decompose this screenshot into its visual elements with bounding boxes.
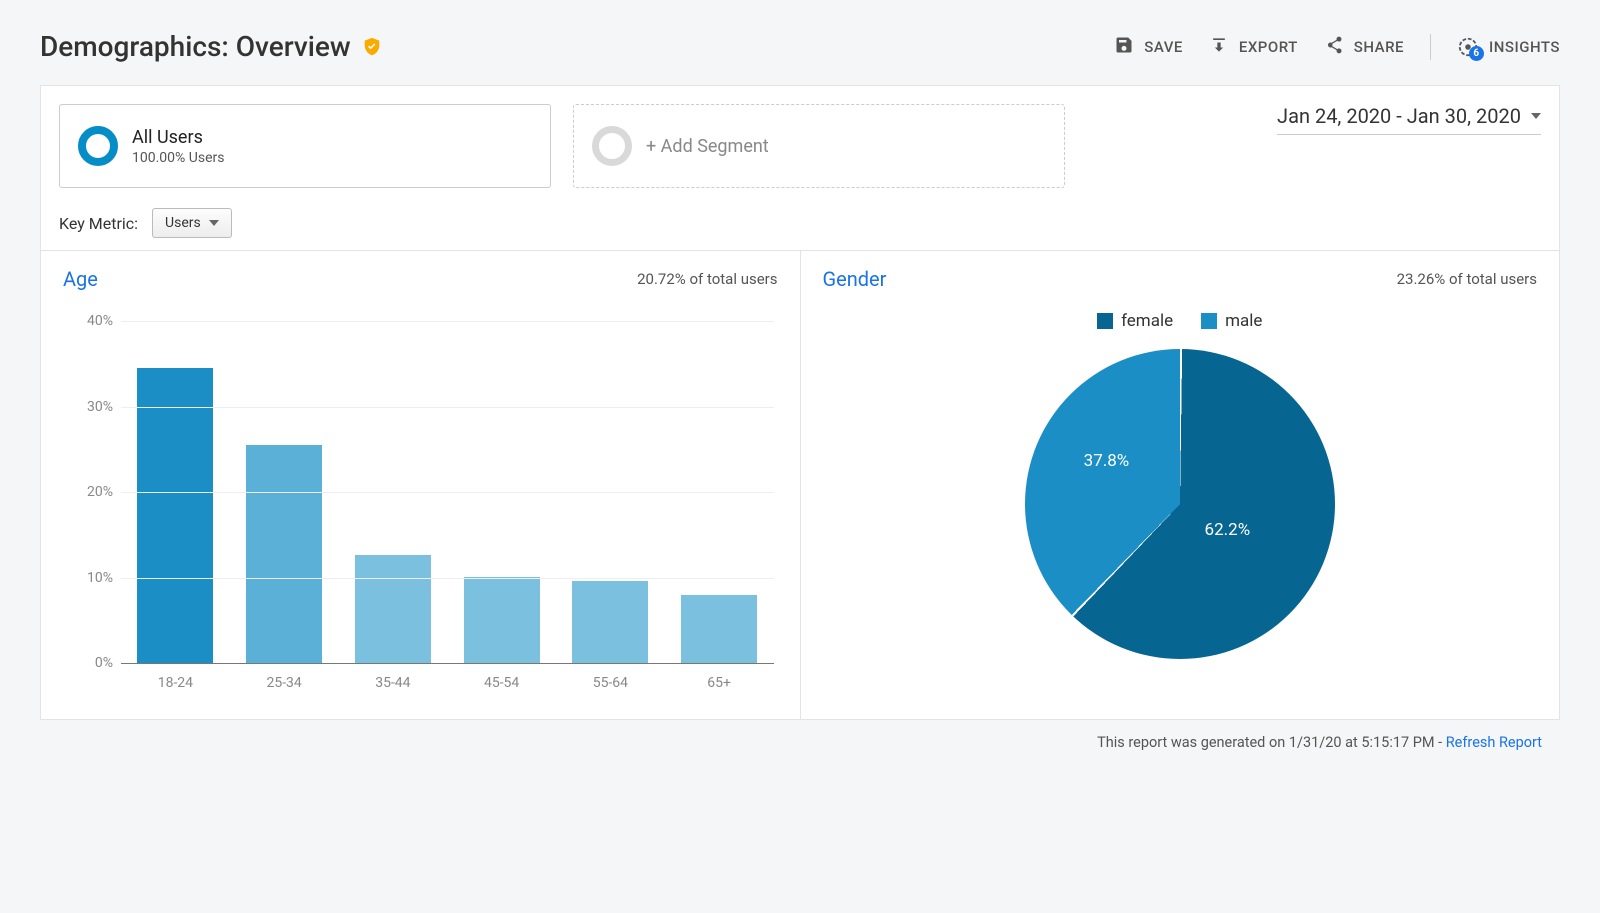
legend-female-label: female <box>1121 311 1173 331</box>
key-metric-value: Users <box>165 215 201 231</box>
insights-icon: 6 <box>1457 36 1479 58</box>
legend-male: male <box>1201 311 1262 331</box>
date-range-picker[interactable]: Jan 24, 2020 - Jan 30, 2020 <box>1277 104 1541 135</box>
y-tick-label: 10% <box>63 570 113 586</box>
save-icon <box>1114 35 1134 59</box>
gender-legend: female male <box>1097 311 1262 331</box>
legend-male-label: male <box>1225 311 1262 331</box>
segment-circle-icon <box>78 126 118 166</box>
gender-subtitle: 23.26% of total users <box>1397 270 1537 288</box>
legend-female: female <box>1097 311 1173 331</box>
chevron-down-icon <box>1531 113 1541 119</box>
gender-title-link[interactable]: Gender <box>823 267 887 291</box>
x-tick-label: 25-34 <box>230 675 339 691</box>
page-title: Demographics: Overview <box>40 30 351 63</box>
y-tick-label: 40% <box>63 313 113 329</box>
age-bar <box>464 577 540 663</box>
segment-sub: 100.00% Users <box>132 150 224 166</box>
share-label: SHARE <box>1354 38 1404 56</box>
add-segment-label: + Add Segment <box>646 136 769 157</box>
chevron-down-icon <box>209 220 219 226</box>
footer-text: This report was generated on 1/31/20 at … <box>1097 734 1446 751</box>
add-segment-button[interactable]: + Add Segment <box>573 104 1065 188</box>
swatch-female <box>1097 313 1113 329</box>
age-bar <box>681 595 757 663</box>
age-title-link[interactable]: Age <box>63 267 98 291</box>
refresh-report-link[interactable]: Refresh Report <box>1446 734 1542 751</box>
x-tick-label: 35-44 <box>339 675 448 691</box>
insights-label: INSIGHTS <box>1489 38 1560 56</box>
x-tick-label: 55-64 <box>556 675 665 691</box>
key-metric-select[interactable]: Users <box>152 208 232 238</box>
age-bar-chart: 18-2425-3435-4445-5455-6465+ 0% 10% 20% 30%… <box>63 311 778 691</box>
swatch-male <box>1201 313 1217 329</box>
y-tick-label: 0% <box>63 655 113 671</box>
report-footer: This report was generated on 1/31/20 at … <box>40 720 1560 751</box>
y-tick-label: 30% <box>63 399 113 415</box>
age-subtitle: 20.72% of total users <box>637 270 777 288</box>
share-icon <box>1324 35 1344 59</box>
age-card: Age 20.72% of total users 18-2425-3435-4… <box>41 251 801 719</box>
segment-circle-placeholder-icon <box>592 126 632 166</box>
age-bar <box>355 555 431 663</box>
x-tick-label: 65+ <box>665 675 774 691</box>
save-button[interactable]: SAVE <box>1114 35 1183 59</box>
age-bar <box>572 581 648 663</box>
insights-badge: 6 <box>1469 46 1484 61</box>
insights-button[interactable]: 6 INSIGHTS <box>1457 36 1560 58</box>
save-label: SAVE <box>1144 38 1183 56</box>
action-divider <box>1430 34 1431 60</box>
y-tick-label: 20% <box>63 484 113 500</box>
x-tick-label: 18-24 <box>121 675 230 691</box>
verified-shield-icon <box>361 36 383 58</box>
export-button[interactable]: EXPORT <box>1209 35 1298 59</box>
x-tick-label: 45-54 <box>447 675 556 691</box>
segment-all-users[interactable]: All Users 100.00% Users <box>59 104 551 188</box>
share-button[interactable]: SHARE <box>1324 35 1404 59</box>
age-bar <box>246 445 322 663</box>
gender-pie-chart: 62.2% 37.8% <box>1025 349 1335 659</box>
gender-card: Gender 23.26% of total users female male… <box>801 251 1560 719</box>
export-label: EXPORT <box>1239 38 1298 56</box>
export-icon <box>1209 35 1229 59</box>
age-bar <box>137 368 213 663</box>
date-range-label: Jan 24, 2020 - Jan 30, 2020 <box>1277 104 1521 128</box>
key-metric-label: Key Metric: <box>59 214 138 233</box>
segment-title: All Users <box>132 127 224 148</box>
